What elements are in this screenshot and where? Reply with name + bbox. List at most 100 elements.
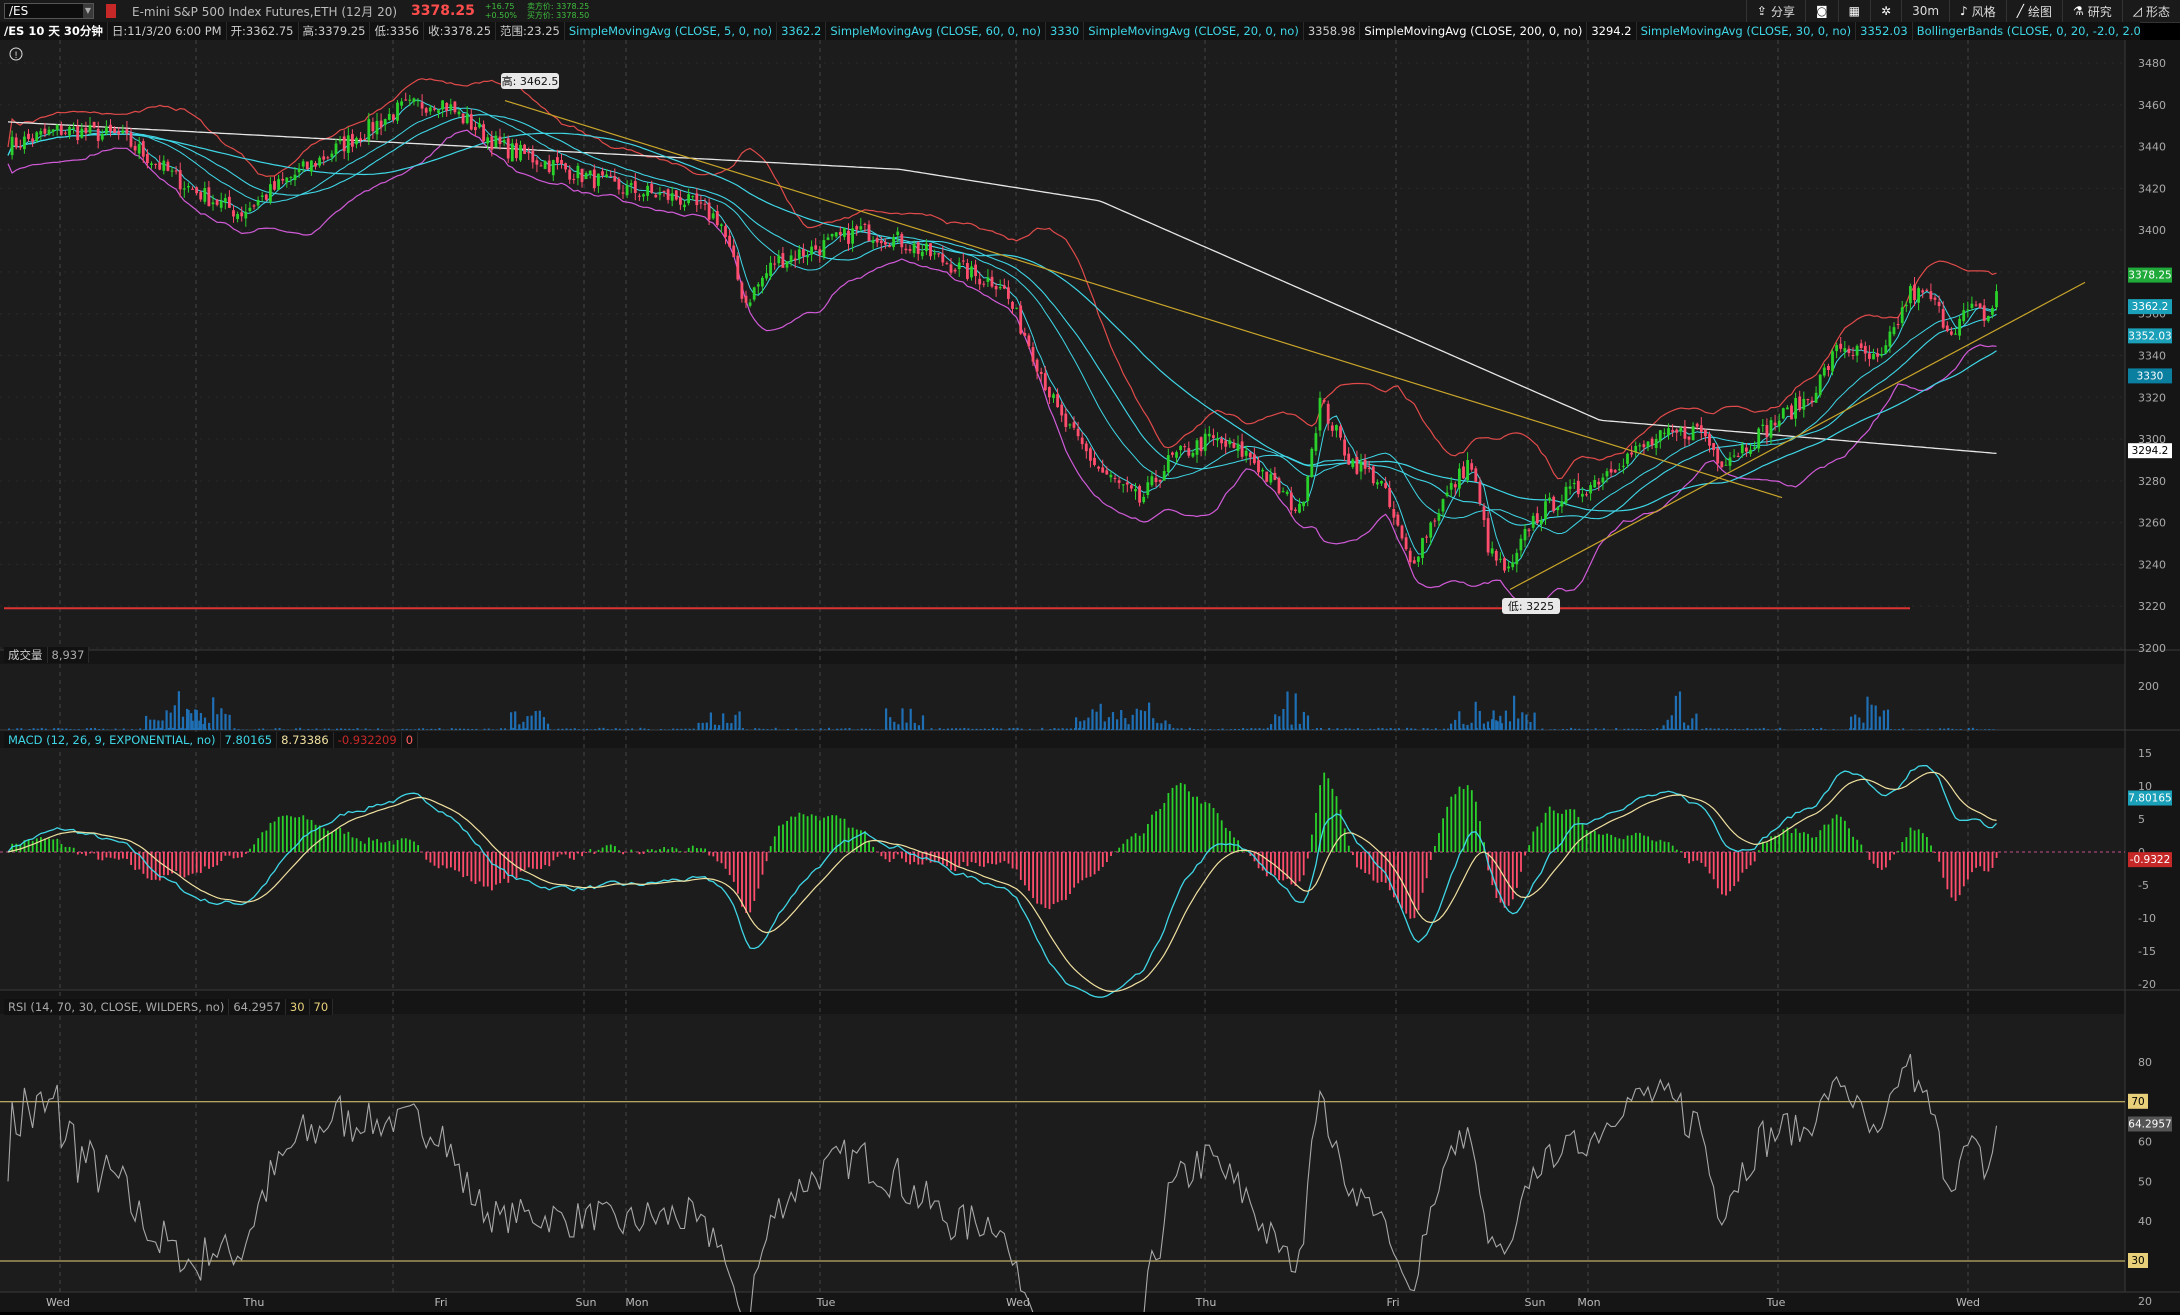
flask-button[interactable]: ⚗研究 [2062,0,2122,22]
study-value: 3330 [1046,22,1084,40]
volume-bar [1209,729,1211,730]
chevron-down-icon[interactable]: ▼ [83,4,93,18]
candle-body [1979,303,1982,307]
macd-histogram-bar [774,836,776,852]
candle-body [1315,433,1318,451]
volume-bar [1738,729,1740,730]
candle-body [987,277,990,281]
macd-histogram-bar [540,852,542,869]
volume-bar [20,728,22,730]
gear-button[interactable]: ✲ [1870,0,1901,22]
macd-histogram-bar [1893,852,1895,854]
volume-bar [922,715,924,730]
chart-area[interactable]: WedThuFriSunMonTueWedThuFriSunMonTueWed3… [0,40,2180,1312]
candle-body [490,136,493,149]
candle-body [331,154,334,157]
share-button[interactable]: ⇪分享 [1746,0,1805,22]
volume-bar [1509,721,1511,730]
candle-body [1105,470,1108,474]
macd-histogram-bar [1110,852,1112,856]
candle-body [1044,373,1047,390]
candle-body [113,129,116,133]
macd-badge-text: -0.9322 [2130,854,2171,866]
volume-bar [1316,728,1318,730]
symbol-input[interactable]: /ES ▼ [4,3,94,19]
candle-body [864,224,867,225]
volume-bar [1100,704,1102,730]
macd-histogram-bar [446,852,448,868]
macd-histogram-bar [1614,837,1616,852]
macd-histogram-bar [286,815,288,852]
x-axis-label: Mon [625,1296,648,1309]
study-value[interactable]: /ES 10 天 30分钟 [0,22,108,40]
volume-bar [1718,728,1720,730]
volume-bar [1471,723,1473,730]
candle-body [905,249,908,251]
rsi-badge-text: 70 [2131,1096,2144,1108]
macd-label: MACD (12, 26, 9, EXPONENTIAL, no) 7.8016… [4,732,418,748]
link-flag-icon[interactable] [106,4,116,18]
candle-body [60,125,63,134]
style-button[interactable]: ♪风格 [1949,0,2006,22]
candle-body [417,100,420,101]
volume-bar [980,729,982,730]
volume-bar [200,713,202,730]
macd-histogram-bar [1778,834,1780,852]
candle-body [958,263,961,269]
volume-bar [1087,718,1089,730]
macd-histogram-bar [442,852,444,865]
macd-histogram-bar [1578,817,1580,852]
macd-histogram-bar [343,834,345,852]
volume-bar [1587,729,1589,730]
candle-body [1417,557,1420,562]
volume-bar [157,720,159,730]
macd-histogram-bar [1028,852,1030,891]
macd-histogram-bar [671,847,673,852]
macd-histogram-bar [266,831,268,852]
macd-histogram-bar [1967,852,1969,880]
volume-bar [254,729,256,730]
volume-bar [1550,729,1552,730]
candle-body [425,108,428,112]
chart-canvas[interactable]: WedThuFriSunMonTueWedThuFriSunMonTueWed3… [0,40,2180,1312]
macd-histogram-bar [1701,852,1703,863]
candle-body [1401,526,1404,539]
candle-body [1138,486,1141,503]
volume-bar [1521,712,1523,730]
candle-body [1950,331,1953,334]
camera-button[interactable]: ◙ [1805,0,1838,22]
drawing-button[interactable]: ╱绘图 [2006,0,2062,22]
macd-histogram-bar [639,852,641,854]
volume-bar [1078,728,1080,730]
volume-bar [840,729,842,730]
volume-bar [1479,711,1481,730]
candle-body [1684,426,1687,438]
timeframe-button[interactable]: 30m [1901,0,1949,22]
candle-body [671,193,674,200]
volume-bar [1541,729,1543,730]
candle-body [1778,421,1781,427]
candle-body [335,144,338,155]
macd-histogram-bar [483,852,485,887]
bid-ask: 卖方价: 3378.25 买方价: 3378.50 [527,2,589,20]
candle-body [1618,469,1621,470]
volume-bar [451,728,453,730]
macd-histogram-bar [65,847,67,852]
candle-body [728,236,731,247]
macd-histogram-bar [331,832,333,852]
volume-bar [767,729,769,730]
candle-body [265,195,268,200]
candle-body [1622,466,1625,467]
candle-body [39,131,42,135]
calendar-button[interactable]: ▦ [1838,0,1870,22]
pattern-button[interactable]: ◿形态 [2122,0,2180,22]
macd-histogram-bar [32,841,34,852]
candle-body [380,121,383,128]
candle-body [835,232,838,236]
x-axis-label: Mon [1577,1296,1600,1309]
volume-bar [94,728,96,730]
candle-body [1253,454,1256,463]
volume-bar [178,691,180,730]
volume-bar [365,728,367,730]
volume-bar [726,723,728,730]
